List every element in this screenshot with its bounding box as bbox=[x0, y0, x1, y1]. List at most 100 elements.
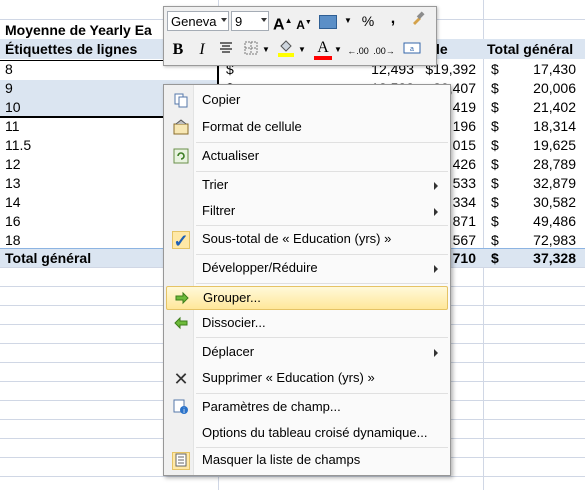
menu-item-refresh[interactable]: Actualiser bbox=[166, 145, 448, 169]
menu-item-subtotal[interactable]: ✓ Sous-total de « Education (yrs) » bbox=[166, 228, 448, 252]
menu-separator bbox=[196, 171, 448, 172]
shrink-font-icon: A bbox=[296, 18, 305, 32]
fill-color-button[interactable] bbox=[275, 38, 297, 63]
increase-decimal-button[interactable]: ←.00 bbox=[346, 41, 370, 61]
borders-icon bbox=[244, 41, 258, 55]
pivot-value-title: Moyenne de Yearly Ea bbox=[5, 22, 152, 38]
total-value[interactable]: 49,486 bbox=[510, 212, 576, 230]
percent-style-button[interactable]: % bbox=[359, 11, 377, 31]
chevron-right-icon bbox=[434, 208, 438, 216]
close-icon: ✕ bbox=[173, 369, 189, 389]
menu-item-filter[interactable]: Filtrer bbox=[166, 200, 448, 224]
row-label[interactable]: 14 bbox=[5, 193, 21, 211]
fill-color-icon bbox=[278, 40, 294, 57]
total-value[interactable]: 28,789 bbox=[510, 155, 576, 173]
menu-item-label: Format de cellule bbox=[202, 119, 302, 134]
chevron-down-icon[interactable]: ▼ bbox=[344, 11, 352, 31]
grand-total-value[interactable]: 37,328 bbox=[510, 249, 576, 267]
menu-item-remove[interactable]: ✕ Supprimer « Education (yrs) » bbox=[166, 367, 448, 391]
menu-item-label: Copier bbox=[202, 92, 241, 107]
row-label[interactable]: 8 bbox=[5, 60, 13, 78]
menu-item-label: Développer/Réduire bbox=[202, 260, 318, 275]
grow-font-icon: A bbox=[273, 16, 285, 34]
svg-text:a: a bbox=[410, 46, 414, 53]
total-value[interactable]: 21,402 bbox=[510, 98, 576, 116]
row-label[interactable]: 12 bbox=[5, 155, 21, 173]
font-color-button[interactable]: A bbox=[312, 37, 334, 60]
shrink-font-button[interactable]: A▼ bbox=[295, 13, 313, 35]
row-labels-header[interactable]: Étiquettes de lignes bbox=[5, 40, 137, 58]
grid-line bbox=[0, 476, 585, 477]
menu-separator bbox=[196, 225, 448, 226]
comma-style-button[interactable]: , bbox=[386, 9, 400, 29]
field-list-icon bbox=[172, 452, 190, 470]
chevron-down-icon[interactable]: ▼ bbox=[334, 40, 342, 60]
menu-item-sort[interactable]: Trier bbox=[166, 174, 448, 198]
row-label[interactable]: 10 bbox=[5, 98, 21, 116]
grid-line bbox=[483, 0, 484, 490]
chevron-right-icon bbox=[434, 349, 438, 357]
menu-item-label: Grouper... bbox=[203, 290, 261, 305]
row-label[interactable]: 13 bbox=[5, 174, 21, 192]
menu-item-label: Sous-total de « Education (yrs) » bbox=[202, 231, 392, 246]
grow-font-button[interactable]: A▲ bbox=[273, 11, 292, 35]
currency-symbol: $ bbox=[491, 175, 499, 191]
menu-separator bbox=[196, 142, 448, 143]
menu-separator bbox=[196, 254, 448, 255]
bold-button[interactable]: B bbox=[168, 40, 188, 60]
menu-item-pivot-options[interactable]: Options du tableau croisé dynamique... bbox=[166, 422, 448, 446]
check-icon: ✓ bbox=[172, 231, 190, 251]
total-value[interactable]: 17,430 bbox=[510, 60, 576, 78]
italic-button[interactable]: I bbox=[192, 40, 212, 60]
row-label[interactable]: 11.5 bbox=[5, 136, 31, 154]
menu-item-group[interactable]: Grouper... bbox=[166, 286, 448, 310]
row-label[interactable]: 11 bbox=[5, 117, 20, 135]
menu-item-copy[interactable]: Copier bbox=[166, 89, 448, 113]
menu-item-format-cells[interactable]: Format de cellule bbox=[166, 116, 448, 140]
menu-item-hide-field-list[interactable]: Masquer la liste de champs bbox=[166, 449, 448, 473]
menu-item-label: Actualiser bbox=[202, 148, 260, 163]
merge-center-button[interactable]: a bbox=[400, 40, 424, 61]
row-label[interactable]: 18 bbox=[5, 231, 21, 249]
menu-item-expand-collapse[interactable]: Développer/Réduire bbox=[166, 257, 448, 281]
font-name-value: Geneva bbox=[171, 14, 217, 29]
chevron-down-icon[interactable]: ▼ bbox=[262, 40, 270, 60]
decrease-decimal-button[interactable]: .00→ bbox=[372, 41, 396, 61]
total-value[interactable]: 32,879 bbox=[510, 174, 576, 192]
borders-button[interactable] bbox=[241, 40, 261, 61]
accounting-format-icon bbox=[319, 15, 337, 29]
grand-total-label[interactable]: Total général bbox=[5, 249, 91, 267]
row-label[interactable]: 16 bbox=[5, 212, 21, 230]
menu-item-label: Options du tableau croisé dynamique... bbox=[202, 425, 428, 440]
font-size-select[interactable]: 9 bbox=[231, 11, 269, 31]
currency-symbol: $ bbox=[491, 232, 499, 248]
currency-symbol: $ bbox=[491, 137, 499, 153]
total-value[interactable]: 30,582 bbox=[510, 193, 576, 211]
total-value[interactable]: 72,983 bbox=[510, 231, 576, 249]
menu-item-field-settings[interactable]: i Paramètres de champ... bbox=[166, 396, 448, 420]
center-align-icon bbox=[220, 42, 232, 53]
currency-symbol: $ bbox=[491, 118, 499, 134]
center-align-button[interactable] bbox=[216, 40, 236, 61]
font-name-select[interactable]: Geneva bbox=[167, 11, 229, 31]
menu-item-label: Déplacer bbox=[202, 344, 255, 359]
accounting-format-button[interactable] bbox=[317, 11, 339, 34]
merge-center-icon: a bbox=[403, 42, 421, 54]
total-value[interactable]: 18,314 bbox=[510, 117, 576, 135]
chevron-down-icon[interactable]: ▼ bbox=[298, 40, 306, 60]
format-painter-button[interactable] bbox=[408, 10, 428, 31]
currency-symbol: $ bbox=[491, 213, 499, 229]
total-value[interactable]: 19,625 bbox=[510, 136, 576, 154]
chevron-right-icon bbox=[434, 265, 438, 273]
paintbrush-icon bbox=[413, 11, 425, 25]
menu-item-label: Supprimer « Education (yrs) » bbox=[202, 370, 375, 385]
row-label[interactable]: 9 bbox=[5, 79, 13, 97]
menu-separator bbox=[196, 393, 448, 394]
menu-item-ungroup[interactable]: Dissocier... bbox=[166, 312, 448, 336]
menu-item-label: Dissocier... bbox=[202, 315, 266, 330]
currency-symbol: $ bbox=[491, 80, 499, 96]
mini-toolbar: Geneva 9 A▲ A▼ ▼ % , B I ▼ ▼ A ▼ ←.00 .0… bbox=[163, 6, 437, 66]
format-cells-icon bbox=[172, 119, 190, 137]
total-value[interactable]: 20,006 bbox=[510, 79, 576, 97]
menu-item-move[interactable]: Déplacer bbox=[166, 341, 448, 365]
